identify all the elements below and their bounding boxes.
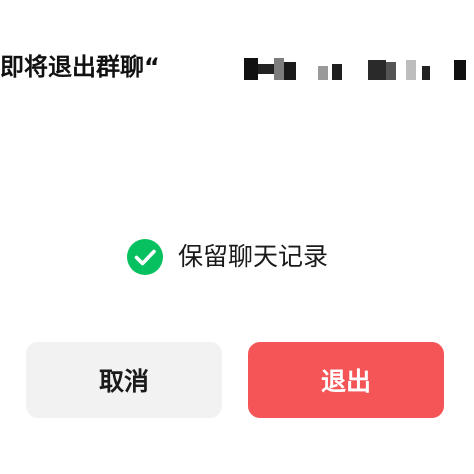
exit-button-label: 退出 bbox=[320, 367, 371, 396]
cancel-button[interactable]: 取消 bbox=[26, 342, 222, 418]
exit-button[interactable]: 退出 bbox=[248, 342, 444, 418]
keep-chat-history-option[interactable]: 保留聊天记录 bbox=[126, 236, 328, 278]
exit-group-dialog: 即将退出群聊“ 保留聊天记录 取消 退出 bbox=[0, 0, 474, 474]
keep-chat-history-label: 保留聊天记录 bbox=[178, 242, 329, 271]
cancel-button-label: 取消 bbox=[98, 367, 149, 396]
redacted-group-name bbox=[244, 58, 474, 80]
dialog-title-row: 即将退出群聊“ bbox=[0, 46, 474, 88]
check-circle-icon[interactable] bbox=[126, 238, 164, 276]
dialog-title: 即将退出群聊“ bbox=[0, 53, 160, 81]
